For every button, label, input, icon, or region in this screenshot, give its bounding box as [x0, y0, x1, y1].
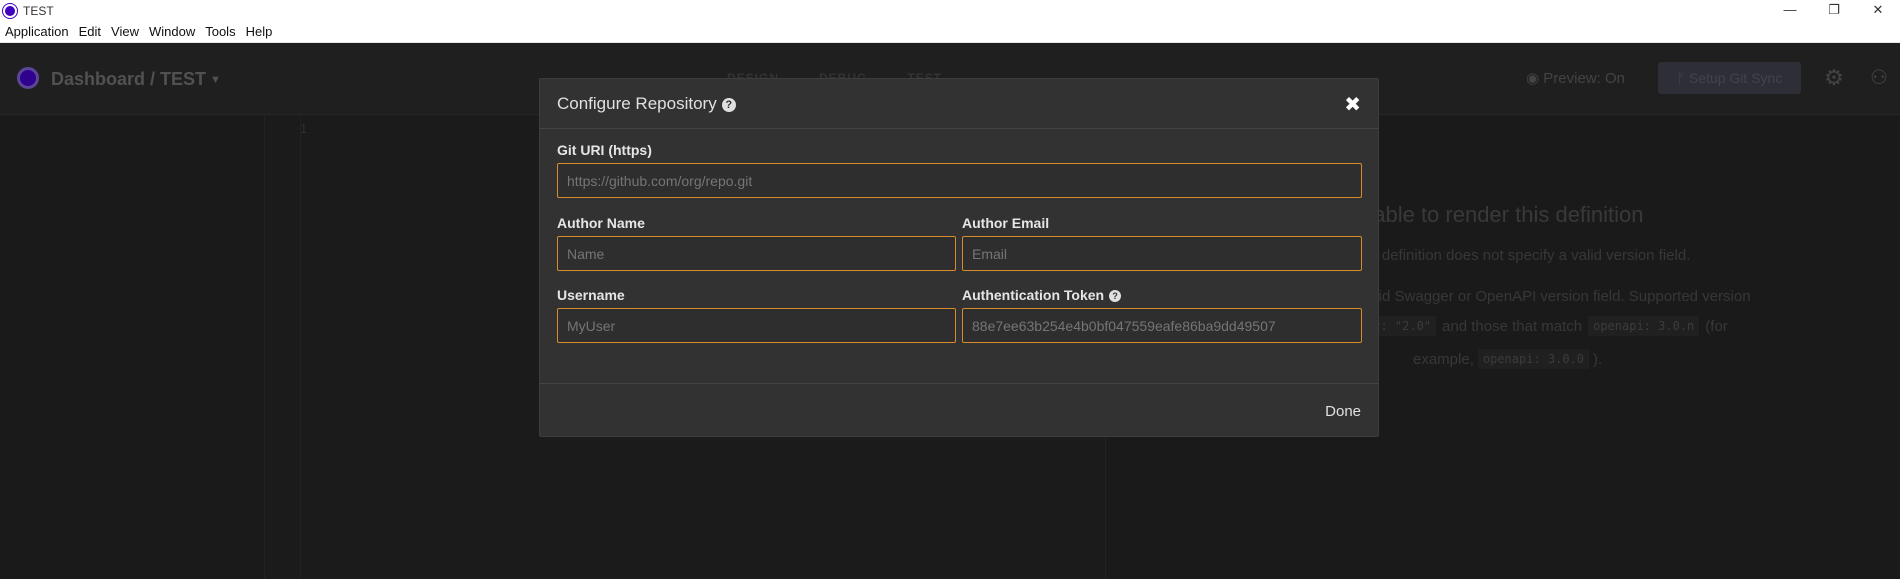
author-name-label: Author Name — [557, 215, 645, 231]
menu-view[interactable]: View — [106, 24, 144, 39]
git-uri-input[interactable] — [557, 163, 1362, 198]
username-input[interactable] — [557, 308, 956, 343]
author-email-label: Author Email — [962, 215, 1050, 231]
menu-edit[interactable]: Edit — [74, 24, 106, 39]
menu-bar: Application Edit View Window Tools Help — [0, 21, 1900, 43]
menu-window[interactable]: Window — [144, 24, 200, 39]
menu-application[interactable]: Application — [0, 24, 74, 39]
minimize-icon[interactable]: — — [1768, 0, 1812, 21]
token-help-icon[interactable]: ? — [1109, 290, 1122, 302]
menu-tools[interactable]: Tools — [200, 24, 240, 39]
close-window-icon[interactable]: ✕ — [1856, 0, 1900, 21]
done-button[interactable]: Done — [1325, 403, 1361, 420]
username-label: Username — [557, 287, 625, 303]
modal-title-text: Configure Repository — [557, 94, 717, 113]
auth-token-label: Authentication Token? — [962, 287, 1122, 303]
modal-header: Configure Repository? ✖ — [540, 79, 1378, 129]
auth-token-input[interactable] — [962, 308, 1362, 343]
help-icon[interactable]: ? — [721, 98, 736, 112]
restore-icon[interactable]: ❐ — [1812, 0, 1856, 21]
modal-title: Configure Repository? — [557, 94, 736, 114]
close-icon[interactable]: ✖ — [1344, 92, 1361, 117]
menu-help[interactable]: Help — [241, 24, 278, 39]
modal-footer: Done — [540, 383, 1378, 437]
window-title: TEST — [23, 3, 54, 18]
author-name-input[interactable] — [557, 236, 956, 271]
auth-token-label-text: Authentication Token — [962, 287, 1105, 303]
configure-repository-modal: Configure Repository? ✖ Git URI (https) … — [539, 78, 1379, 437]
app-logo-icon — [3, 3, 17, 18]
window-controls: — ❐ ✕ — [1768, 0, 1900, 21]
window-titlebar: TEST — ❐ ✕ — [0, 0, 1900, 21]
git-uri-label: Git URI (https) — [557, 142, 652, 158]
author-email-input[interactable] — [962, 236, 1362, 271]
